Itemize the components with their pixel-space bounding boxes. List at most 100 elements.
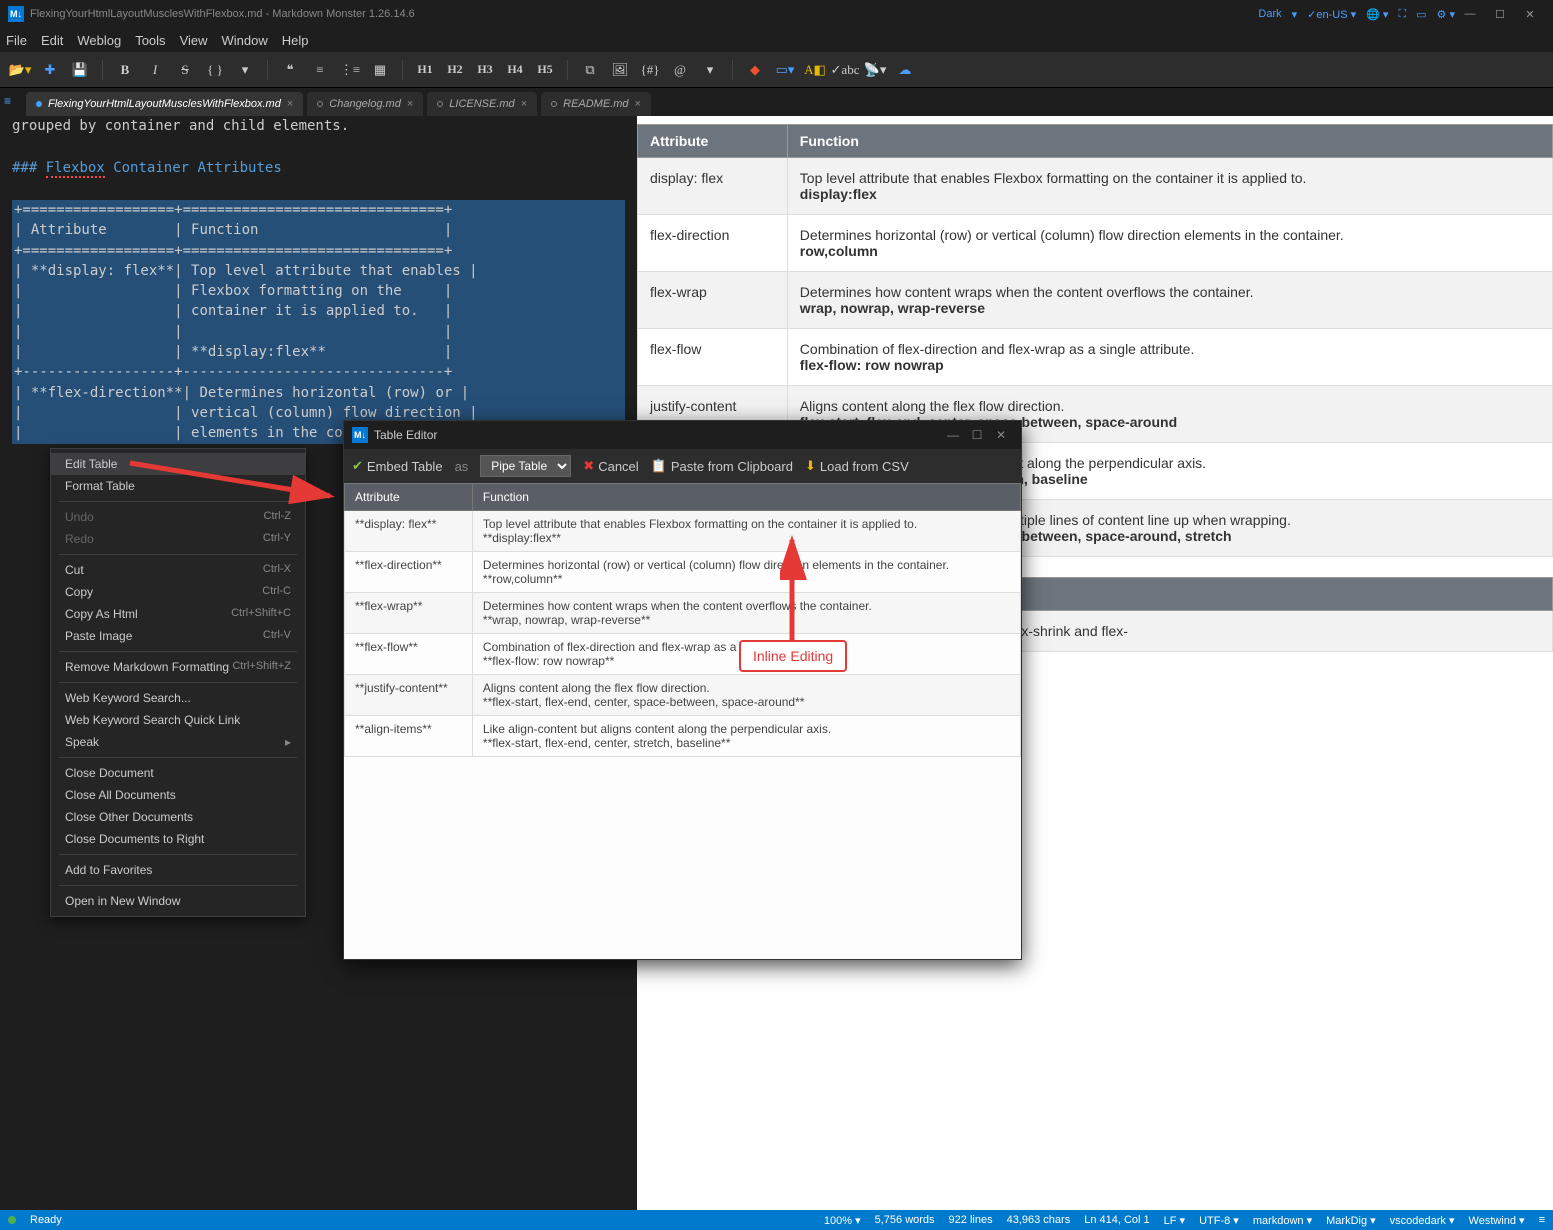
maximize-button[interactable]: ☐ — [1485, 8, 1515, 21]
new-icon[interactable]: ✚ — [38, 58, 62, 82]
status-eol[interactable]: LF ▾ — [1164, 1214, 1185, 1227]
cancel-button[interactable]: ✖Cancel — [583, 458, 638, 474]
te-cell[interactable]: Determines how content wraps when the co… — [472, 593, 1020, 634]
load-csv-button[interactable]: ⬇Load from CSV — [805, 458, 909, 474]
context-menu-item[interactable]: Add to Favorites — [51, 859, 305, 881]
modified-indicator — [437, 101, 443, 107]
h1-button[interactable]: H1 — [413, 58, 437, 82]
strike-icon[interactable]: S — [173, 58, 197, 82]
numbered-list-icon[interactable]: ⋮≡ — [338, 58, 362, 82]
te-close-button[interactable]: ✕ — [989, 428, 1013, 442]
close-icon[interactable]: × — [521, 98, 527, 110]
close-button[interactable]: ✕ — [1515, 8, 1545, 21]
link-icon[interactable]: ⧉ — [578, 58, 602, 82]
publish-icon[interactable]: ☁ — [893, 58, 917, 82]
te-cell[interactable]: Like align-content but aligns content al… — [472, 716, 1020, 757]
context-menu-item[interactable]: Remove Markdown FormattingCtrl+Shift+Z — [51, 656, 305, 678]
menu-edit[interactable]: Edit — [41, 33, 63, 48]
embed-table-button[interactable]: ✔Embed Table — [352, 458, 443, 474]
context-menu-item[interactable]: Close Document — [51, 762, 305, 784]
context-menu-item[interactable]: Speak — [51, 731, 305, 753]
menu-help[interactable]: Help — [282, 33, 309, 48]
char-icon[interactable]: A◧ — [803, 58, 827, 82]
h4-button[interactable]: H4 — [503, 58, 527, 82]
context-menu-item[interactable]: Close All Documents — [51, 784, 305, 806]
context-menu-item[interactable]: Open in New Window — [51, 890, 305, 912]
status-theme[interactable]: vscodedark ▾ — [1390, 1214, 1455, 1227]
te-cell[interactable]: **flex-flow** — [345, 634, 473, 675]
status-engine[interactable]: MarkDig ▾ — [1326, 1214, 1376, 1227]
status-enc[interactable]: UTF-8 ▾ — [1199, 1214, 1239, 1227]
te-cell[interactable]: **justify-content** — [345, 675, 473, 716]
context-menu-item[interactable]: Format Table — [51, 475, 305, 497]
status-parser[interactable]: markdown ▾ — [1253, 1214, 1312, 1227]
tab[interactable]: FlexingYourHtmlLayoutMusclesWithFlexbox.… — [26, 92, 303, 116]
preview-cell: flex-direction — [638, 215, 788, 272]
fullscreen-icon[interactable]: ⛶ — [1398, 8, 1406, 21]
context-menu-item[interactable]: Copy As HtmlCtrl+Shift+C — [51, 603, 305, 625]
context-menu-item[interactable]: Edit Table — [51, 453, 305, 475]
code-icon[interactable]: { } — [203, 58, 227, 82]
git-icon[interactable]: ◆ — [743, 58, 767, 82]
te-cell[interactable]: Aligns content along the flex flow direc… — [472, 675, 1020, 716]
h5-button[interactable]: H5 — [533, 58, 557, 82]
menu-weblog[interactable]: Weblog — [77, 33, 121, 48]
te-cell[interactable]: **flex-wrap** — [345, 593, 473, 634]
spell-icon[interactable]: ✓abc — [833, 58, 857, 82]
paste-clipboard-button[interactable]: 📋Paste from Clipboard — [651, 458, 793, 474]
context-menu-item[interactable]: CutCtrl-X — [51, 559, 305, 581]
context-menu-item[interactable]: CopyCtrl-C — [51, 581, 305, 603]
table-editor-grid[interactable]: AttributeFunction **display: flex**Top l… — [344, 483, 1021, 959]
menu-tools[interactable]: Tools — [135, 33, 165, 48]
context-menu-item[interactable]: Web Keyword Search... — [51, 687, 305, 709]
te-cell[interactable]: Determines horizontal (row) or vertical … — [472, 552, 1020, 593]
tab[interactable]: Changelog.md× — [307, 92, 423, 116]
image-icon[interactable]: 🖼 — [608, 58, 632, 82]
bold-icon[interactable]: B — [113, 58, 137, 82]
status-zoom[interactable]: 100% ▾ — [824, 1214, 861, 1227]
tabbar-menu-icon[interactable]: ≡ — [4, 94, 11, 108]
h2-button[interactable]: H2 — [443, 58, 467, 82]
context-menu-item[interactable]: Web Keyword Search Quick Link — [51, 709, 305, 731]
preview-icon[interactable]: ▭ — [1416, 8, 1426, 21]
te-maximize-button[interactable]: ☐ — [965, 428, 989, 442]
rss-icon[interactable]: 📡▾ — [863, 58, 887, 82]
status-user[interactable]: Westwind ▾ — [1469, 1214, 1525, 1227]
te-minimize-button[interactable]: — — [941, 428, 965, 442]
italic-icon[interactable]: I — [143, 58, 167, 82]
close-icon[interactable]: × — [287, 98, 293, 110]
hash-icon[interactable]: {#} — [638, 58, 662, 82]
h3-button[interactable]: H3 — [473, 58, 497, 82]
context-menu-item[interactable]: Close Other Documents — [51, 806, 305, 828]
list-icon[interactable]: ≡ — [308, 58, 332, 82]
more-icon[interactable]: ▾ — [698, 58, 722, 82]
window-icon[interactable]: ▭▾ — [773, 58, 797, 82]
te-cell[interactable]: Top level attribute that enables Flexbox… — [472, 511, 1020, 552]
settings-icon[interactable]: ⚙ ▾ — [1437, 8, 1455, 21]
table-mode-select[interactable]: Pipe Table — [480, 455, 571, 477]
minimize-button[interactable]: — — [1455, 8, 1485, 20]
open-icon[interactable]: 📂▾ — [8, 58, 32, 82]
save-icon[interactable]: 💾 — [68, 58, 92, 82]
context-menu-item[interactable]: Close Documents to Right — [51, 828, 305, 850]
menu-window[interactable]: Window — [222, 33, 268, 48]
context-menu-item[interactable]: Paste ImageCtrl-V — [51, 625, 305, 647]
status-menu-icon[interactable]: ≡ — [1539, 1214, 1545, 1226]
close-icon[interactable]: × — [407, 98, 413, 110]
chevron-down-icon[interactable]: ▾ — [233, 58, 257, 82]
te-cell[interactable]: **flex-direction** — [345, 552, 473, 593]
globe-icon[interactable]: 🌐 ▾ — [1366, 8, 1388, 21]
menu-view[interactable]: View — [180, 33, 208, 48]
te-cell[interactable]: **align-items** — [345, 716, 473, 757]
at-icon[interactable]: @ — [668, 58, 692, 82]
quote-icon[interactable]: ❝ — [278, 58, 302, 82]
table-icon[interactable]: ▦ — [368, 58, 392, 82]
menu-file[interactable]: File — [6, 33, 27, 48]
table-editor-toolbar: ✔Embed Table as Pipe Table ✖Cancel 📋Past… — [344, 449, 1021, 483]
te-cell[interactable]: **display: flex** — [345, 511, 473, 552]
theme-selector[interactable]: Dark — [1258, 8, 1281, 20]
tab[interactable]: README.md× — [541, 92, 651, 116]
lang-selector[interactable]: ✓en-US ▾ — [1307, 8, 1356, 21]
tab[interactable]: LICENSE.md× — [427, 92, 537, 116]
close-icon[interactable]: × — [635, 98, 641, 110]
